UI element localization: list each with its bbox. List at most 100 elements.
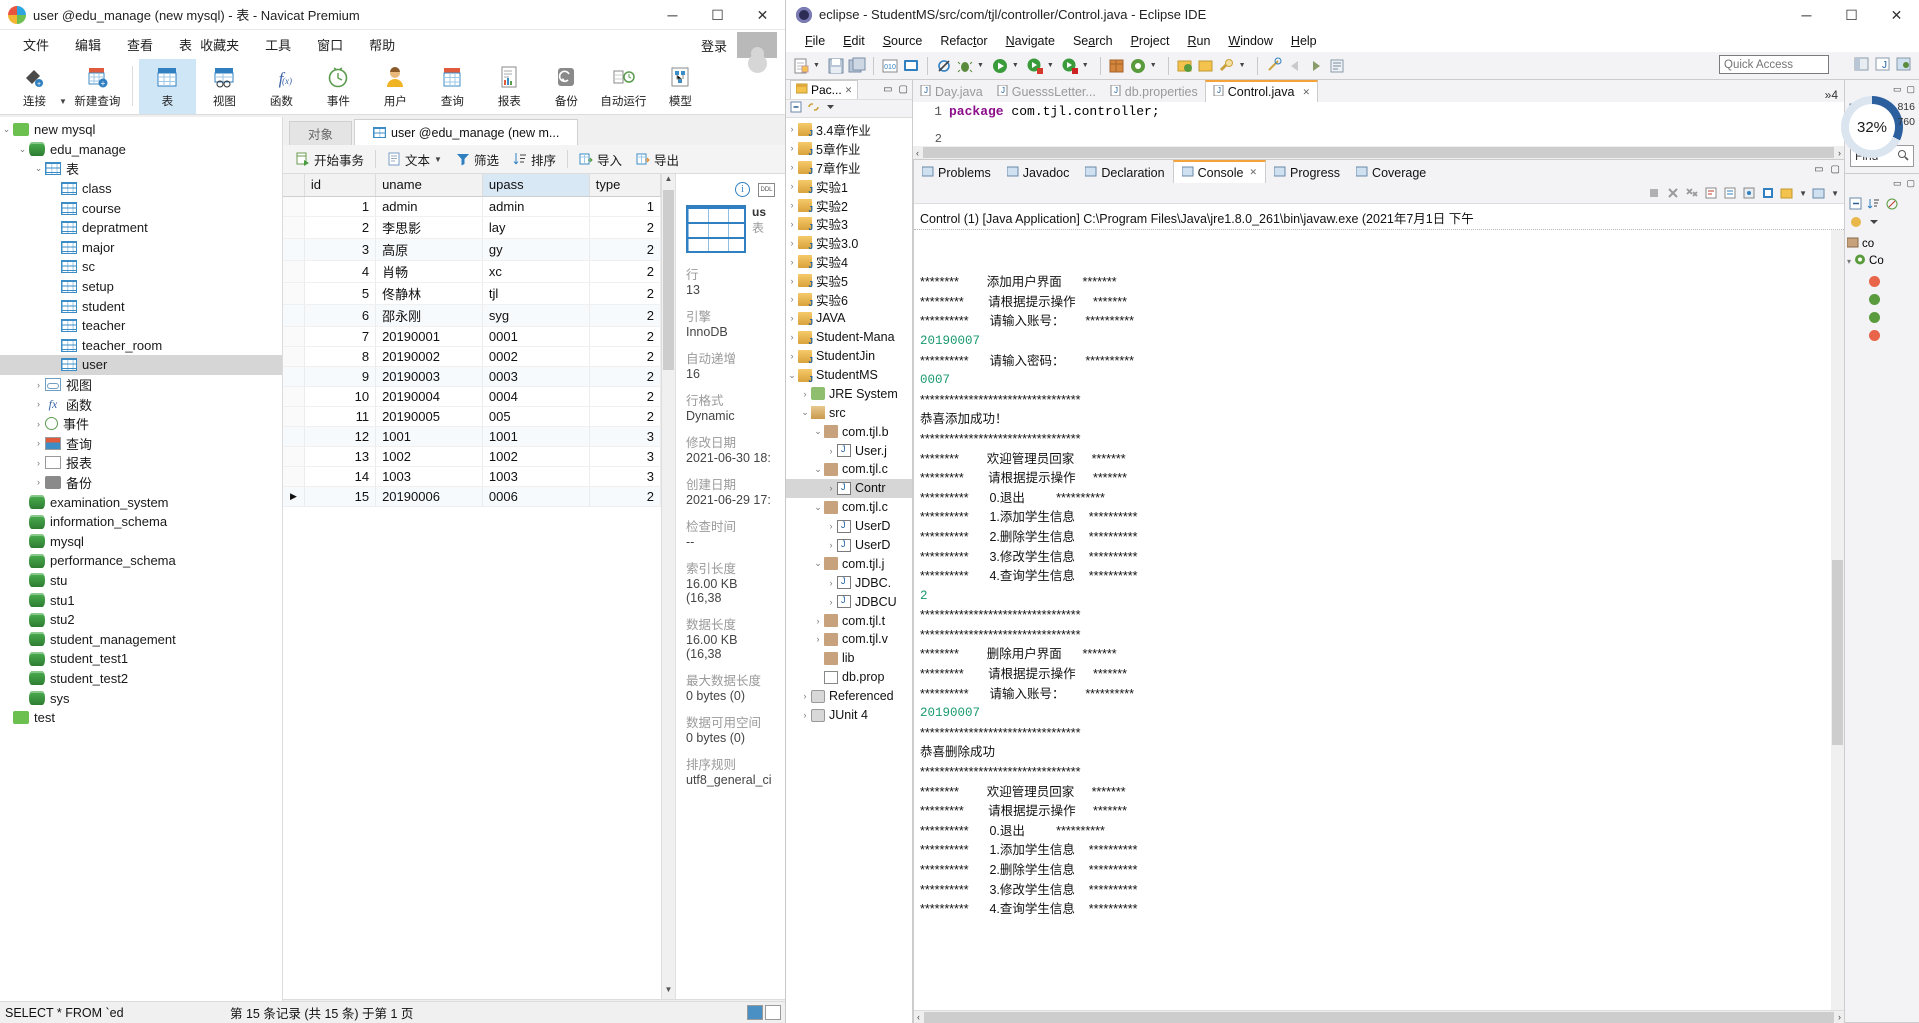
tree-item-备份[interactable]: › 备份: [0, 473, 282, 493]
column-header-id[interactable]: id: [304, 174, 377, 197]
table-row[interactable]: 9 20190003 0003 2: [283, 366, 661, 387]
chevron-down-icon[interactable]: ⌄: [812, 558, 824, 569]
tree-item-表[interactable]: ⌄ 表: [0, 159, 282, 179]
save-all-icon[interactable]: [848, 57, 866, 75]
chevron-down-icon[interactable]: ▼: [1831, 189, 1839, 198]
remove-all-launches-icon[interactable]: [1685, 186, 1699, 200]
chevron-right-icon[interactable]: ›: [786, 238, 798, 248]
table-row[interactable]: 2 李思影 lay 2: [283, 216, 661, 239]
cell-upass[interactable]: 1003: [482, 466, 590, 487]
chevron-down-icon[interactable]: ▾: [1847, 257, 1851, 266]
chevron-right-icon[interactable]: ›: [799, 710, 811, 720]
row-marker[interactable]: [283, 196, 305, 217]
menu-window[interactable]: Window: [1219, 32, 1281, 50]
tree-item-new-mysql[interactable]: ⌄ new mysql: [0, 120, 282, 140]
tree-item-examination_system[interactable]: examination_system: [0, 492, 282, 512]
tree-item-edu_manage[interactable]: ⌄ edu_manage: [0, 140, 282, 160]
cell-id[interactable]: 15: [304, 486, 377, 507]
cell-uname[interactable]: 佟静林: [375, 282, 483, 305]
console-tab-javadoc[interactable]: Javadoc: [999, 162, 1078, 183]
cell-uname[interactable]: 1001: [375, 426, 483, 447]
cell-id[interactable]: 14: [304, 466, 377, 487]
cell-uname[interactable]: 20190006: [375, 486, 483, 507]
pkg-item-contr[interactable]: › Contr: [786, 478, 912, 498]
scroll-left-icon[interactable]: ‹: [913, 148, 922, 158]
save-icon[interactable]: [827, 57, 845, 75]
cell-uname[interactable]: 邵永刚: [375, 304, 483, 327]
cell-upass[interactable]: 0004: [482, 386, 590, 407]
table-row[interactable]: 10 20190004 0004 2: [283, 386, 661, 407]
chevron-right-icon[interactable]: ›: [32, 419, 45, 429]
outline-member-icon[interactable]: [1869, 330, 1880, 341]
collapse-all-icon[interactable]: [790, 101, 803, 116]
remove-launch-icon[interactable]: [1666, 186, 1680, 200]
cell-type[interactable]: 2: [589, 238, 661, 261]
cell-type[interactable]: 2: [589, 366, 661, 387]
chevron-right-icon[interactable]: ›: [825, 540, 837, 550]
chevron-right-icon[interactable]: ›: [32, 458, 45, 468]
tree-item-test[interactable]: test: [0, 708, 282, 728]
cell-type[interactable]: 1: [589, 196, 661, 217]
grid-vertical-scrollbar[interactable]: ▲ ▼: [661, 174, 675, 999]
editor-tab-control-java[interactable]: J Control.java ✕: [1204, 80, 1319, 102]
new-console-view-icon[interactable]: [1812, 186, 1826, 200]
chevron-right-icon[interactable]: ›: [32, 399, 45, 409]
chevron-down-icon[interactable]: ⌄: [812, 464, 824, 475]
menu-window[interactable]: 窗口: [304, 31, 356, 58]
quick-access-input[interactable]: [1719, 55, 1829, 74]
table-row[interactable]: 8 20190002 0002 2: [283, 346, 661, 367]
pkg-item-db-prop[interactable]: db.prop: [786, 668, 912, 687]
text-button[interactable]: 文本 ▼: [380, 148, 449, 170]
hide-fields-icon[interactable]: [1885, 197, 1899, 211]
cell-upass[interactable]: xc: [482, 260, 590, 283]
cell-id[interactable]: 4: [304, 260, 377, 283]
cell-upass[interactable]: 0002: [482, 346, 590, 367]
tree-item-视图[interactable]: › 视图: [0, 375, 282, 395]
cell-upass[interactable]: syg: [482, 304, 590, 327]
chevron-down-icon[interactable]: ⌄: [799, 407, 811, 418]
chevron-right-icon[interactable]: ›: [825, 483, 837, 493]
toolbar-report[interactable]: 报表: [481, 59, 538, 114]
cell-uname[interactable]: 高原: [375, 238, 483, 261]
open-resource-icon[interactable]: [1197, 57, 1215, 75]
row-marker[interactable]: [283, 216, 305, 239]
console-horizontal-scrollbar[interactable]: ‹ ›: [914, 1010, 1844, 1023]
chevron-down-icon[interactable]: ⌄: [32, 163, 45, 174]
row-marker[interactable]: [283, 260, 305, 283]
tree-item-sys[interactable]: sys: [0, 688, 282, 708]
console-tab-declaration[interactable]: Declaration: [1077, 162, 1172, 183]
cell-id[interactable]: 8: [304, 346, 377, 367]
maximize-icon[interactable]: ☐: [695, 0, 740, 30]
row-marker[interactable]: [283, 326, 305, 347]
minimize-view-icon[interactable]: ▭: [1893, 84, 1902, 95]
cell-upass[interactable]: admin: [482, 196, 590, 217]
toolbar-model[interactable]: 模型: [652, 59, 709, 114]
menu-edit[interactable]: Edit: [834, 32, 874, 50]
menu-help[interactable]: Help: [1282, 32, 1326, 50]
cell-type[interactable]: 2: [589, 282, 661, 305]
export-button[interactable]: 导出: [629, 148, 686, 170]
cell-upass[interactable]: 0003: [482, 366, 590, 387]
pkg-item-com-tjl-j[interactable]: ⌄ com.tjl.j: [786, 554, 912, 573]
outline-item-class[interactable]: ▾ Co: [1847, 254, 1917, 268]
navicat-object-tree[interactable]: ⌄ new mysql ⌄ edu_manage ⌄ 表 class course deprat…: [0, 117, 283, 1023]
cell-upass[interactable]: 1002: [482, 446, 590, 467]
close-icon[interactable]: ✕: [1249, 167, 1257, 178]
minimize-view-icon[interactable]: ▭: [1814, 164, 1823, 175]
cell-id[interactable]: 9: [304, 366, 377, 387]
new-java-package-icon[interactable]: [1108, 57, 1126, 75]
login-link[interactable]: 登录: [701, 36, 727, 55]
outline-member-icon[interactable]: [1869, 294, 1880, 305]
toggle-breakpoint-icon[interactable]: 010: [881, 57, 899, 75]
column-header-type[interactable]: type: [589, 174, 661, 197]
chevron-right-icon[interactable]: ›: [786, 181, 798, 191]
chevron-right-icon[interactable]: ›: [32, 438, 45, 448]
console-tab-console[interactable]: Console ✕: [1172, 160, 1267, 183]
clear-console-icon[interactable]: [1704, 186, 1718, 200]
debug-dropdown-icon[interactable]: ▼: [977, 62, 984, 69]
table-row[interactable]: 11 20190005 005 2: [283, 406, 661, 427]
cell-type[interactable]: 2: [589, 486, 661, 507]
pkg-item-referenced[interactable]: › Referenced: [786, 687, 912, 706]
chevron-right-icon[interactable]: ›: [32, 477, 45, 487]
pkg-item-user-j[interactable]: › User.j: [786, 441, 912, 460]
